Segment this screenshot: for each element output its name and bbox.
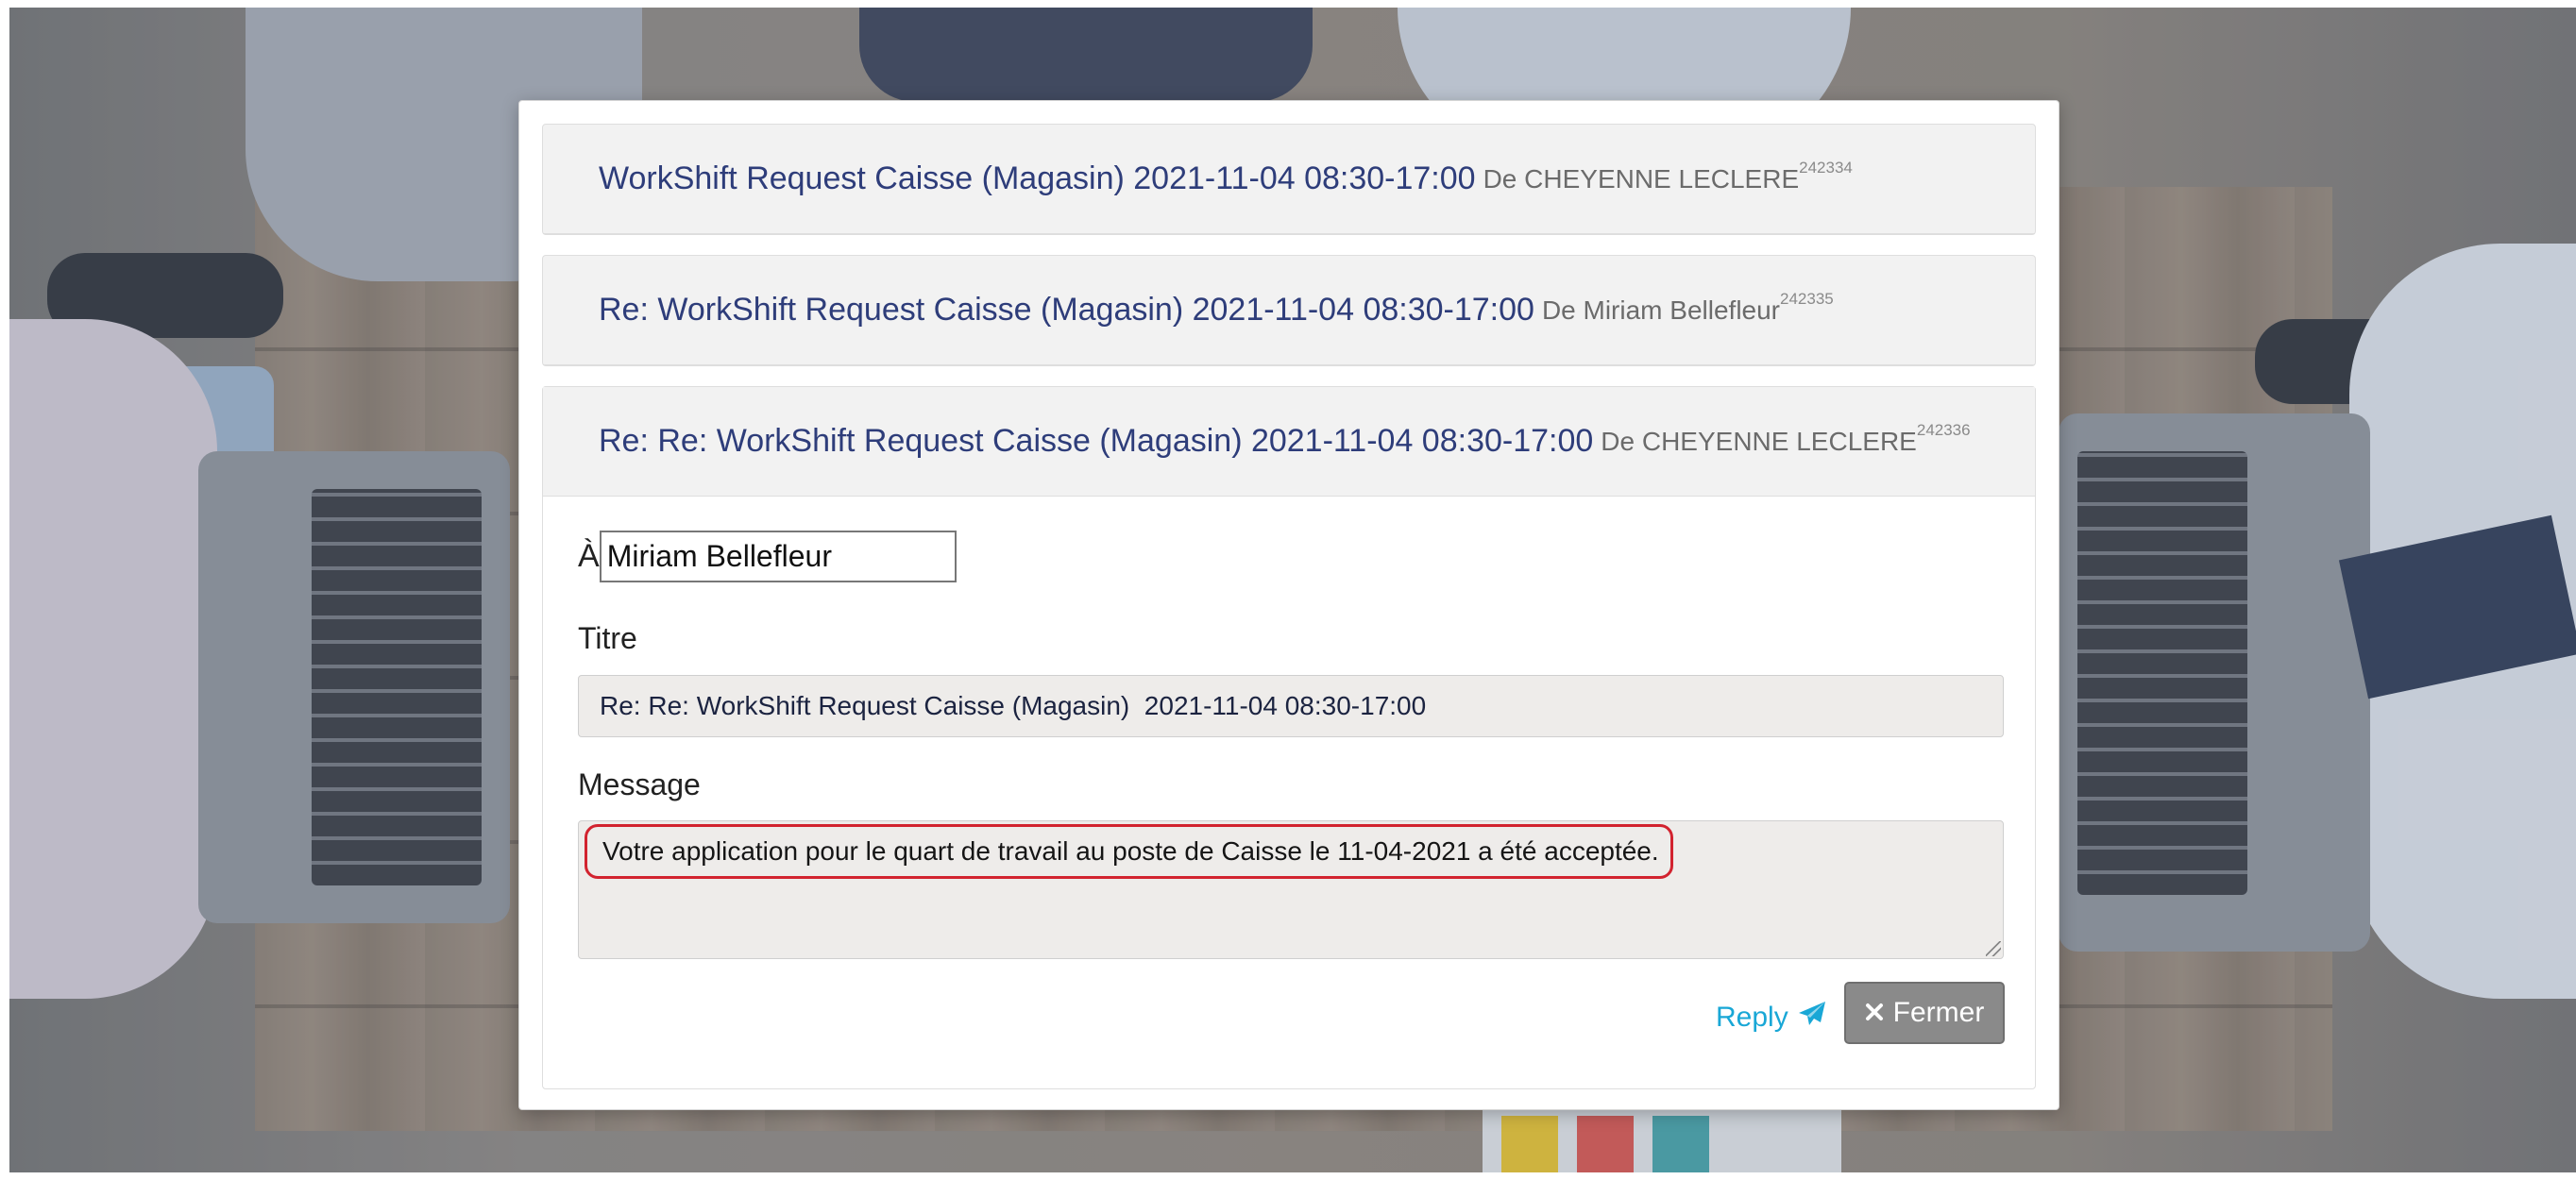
- title-label: Titre: [578, 621, 637, 655]
- message-header[interactable]: Re: WorkShift Request Caisse (Magasin) 2…: [543, 256, 2035, 365]
- message-title: Re: Re: WorkShift Request Caisse (Magasi…: [599, 423, 1594, 459]
- message-sender: De Miriam Bellefleur: [1541, 295, 1781, 325]
- recipient-label: À: [578, 538, 600, 574]
- message-title: WorkShift Request Caisse (Magasin) 2021-…: [599, 160, 1476, 196]
- message-thread-modal: WorkShift Request Caisse (Magasin) 2021-…: [518, 100, 2059, 1110]
- message-id: 242335: [1780, 290, 1834, 308]
- close-label: Fermer: [1892, 997, 1985, 1028]
- message-header[interactable]: Re: Re: WorkShift Request Caisse (Magasi…: [543, 387, 2035, 497]
- message-sender: De CHEYENNE LECLERE: [1601, 426, 1917, 456]
- message-title: Re: WorkShift Request Caisse (Magasin) 2…: [599, 292, 1534, 328]
- message-text: Votre application pour le quart de trava…: [585, 824, 1673, 879]
- message-panel: Re: WorkShift Request Caisse (Magasin) 2…: [542, 255, 2036, 366]
- message-panel: WorkShift Request Caisse (Magasin) 2021-…: [542, 124, 2036, 235]
- reply-button[interactable]: Reply: [1716, 1001, 1826, 1035]
- reply-label: Reply: [1716, 1002, 1788, 1033]
- message-id: 242336: [1916, 421, 1971, 439]
- close-icon: [1865, 997, 1884, 1029]
- message-id: 242334: [1799, 159, 1853, 177]
- message-header[interactable]: WorkShift Request Caisse (Magasin) 2021-…: [543, 125, 2035, 234]
- message-textarea[interactable]: Votre application pour le quart de trava…: [578, 820, 2004, 959]
- paper-plane-icon: [1798, 1001, 1826, 1035]
- resize-handle-icon[interactable]: [1986, 941, 2001, 956]
- message-sender: De CHEYENNE LECLERE: [1483, 163, 1800, 194]
- recipient-row: À: [578, 531, 957, 582]
- close-button[interactable]: Fermer: [1844, 982, 2005, 1044]
- recipient-input[interactable]: [599, 531, 957, 582]
- reply-form: À Titre Message Votre application pour l…: [543, 497, 2035, 1089]
- title-input[interactable]: [578, 675, 2004, 737]
- message-panel-expanded: Re: Re: WorkShift Request Caisse (Magasi…: [542, 386, 2036, 1089]
- message-label: Message: [578, 767, 701, 801]
